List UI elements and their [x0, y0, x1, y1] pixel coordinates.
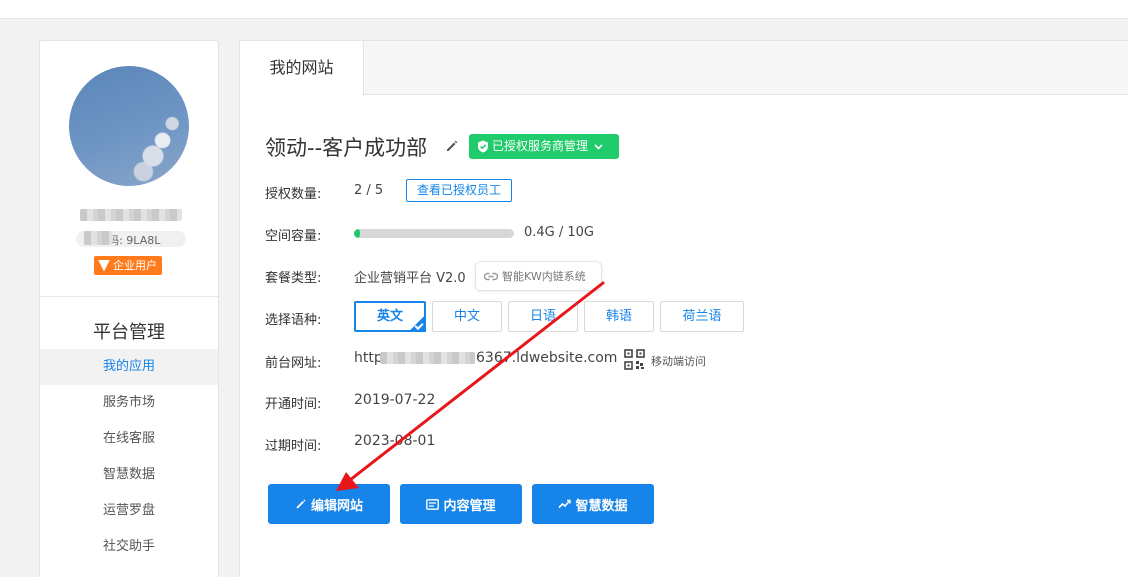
avatar[interactable] [69, 66, 189, 186]
storage-text: 0.4G / 10G [524, 225, 595, 240]
sidebar-item-social-assistant[interactable]: 社交助手 [40, 529, 218, 565]
language-option-korean[interactable]: 韩语 [584, 301, 654, 332]
language-option-dutch[interactable]: 荷兰语 [660, 301, 744, 332]
sidebar-item-online-support[interactable]: 在线客服 [40, 421, 218, 457]
frontend-url-label: 前台网址: [265, 356, 322, 371]
edit-name-pencil-icon[interactable] [445, 139, 459, 153]
expire-date-value: 2023-08-01 [354, 433, 436, 449]
kw-link-system-chip[interactable]: 智能KW内链系统 [475, 261, 602, 291]
storage-progress-fill [354, 229, 361, 238]
language-option-label: 英文 [376, 309, 403, 324]
smart-data-button[interactable]: 智慧数据 [532, 484, 654, 524]
content-management-button[interactable]: 内容管理 [400, 484, 522, 524]
plan-label: 套餐类型: [265, 271, 322, 286]
open-date-label: 开通时间: [265, 397, 322, 412]
tab-bar: 我的网站 [240, 41, 1128, 96]
main-panel: 我的网站 领动--客户成功部 已授权服务商管理 授权数量: 2 / 5 查看已授… [239, 40, 1128, 577]
storage-label: 空间容量: [265, 229, 322, 244]
auth-count-value: 2 / 5 [354, 183, 384, 198]
language-label: 选择语种: [265, 313, 322, 328]
top-bar [0, 0, 1128, 19]
sidebar: PIN码: 9LA8L 企业用户 平台管理 我的应用 服务市场 在线客服 智慧数… [39, 40, 219, 577]
open-date-value: 2019-07-22 [354, 392, 436, 408]
sidebar-item-operations-compass[interactable]: 运营罗盘 [40, 493, 218, 529]
expire-date-label: 过期时间: [265, 439, 322, 454]
username-redacted [80, 209, 182, 221]
site-name: 领动--客户成功部 [265, 136, 428, 160]
view-authorized-staff-button[interactable]: 查看已授权员工 [406, 179, 513, 202]
tab-my-website[interactable]: 我的网站 [240, 41, 364, 96]
vip-icon [98, 259, 110, 272]
sidebar-item-my-apps[interactable]: 我的应用 [40, 349, 218, 385]
frontend-url-suffix[interactable]: 6367.ldwebsite.com [476, 350, 617, 366]
pencil-icon [296, 499, 306, 509]
language-option-japanese[interactable]: 日语 [508, 301, 578, 332]
link-icon [484, 272, 498, 280]
selected-check-icon [408, 314, 426, 332]
language-option-chinese[interactable]: 中文 [432, 301, 502, 332]
enterprise-user-label: 企业用户 [113, 259, 157, 272]
authorized-provider-label: 已授权服务商管理 [492, 139, 589, 153]
edit-website-label: 编辑网站 [310, 498, 363, 514]
authorized-provider-dropdown[interactable]: 已授权服务商管理 [469, 134, 619, 159]
chevron-down-icon [594, 143, 603, 150]
language-option-english[interactable]: 英文 [354, 301, 426, 332]
mobile-access-link[interactable]: 移动端访问 [651, 353, 706, 369]
trend-chart-icon [558, 499, 572, 509]
auth-count-label: 授权数量: [265, 187, 322, 202]
content-card-icon [426, 498, 440, 510]
enterprise-user-badge: 企业用户 [94, 256, 162, 275]
shield-check-icon [478, 140, 488, 153]
sidebar-menu: 我的应用 服务市场 在线客服 智慧数据 运营罗盘 社交助手 [40, 349, 218, 565]
smart-data-label: 智慧数据 [575, 498, 628, 514]
sidebar-item-service-market[interactable]: 服务市场 [40, 385, 218, 421]
frontend-url-prefix[interactable]: http [354, 350, 383, 366]
frontend-url-redacted [380, 352, 475, 364]
storage-progress-bar [354, 229, 514, 238]
qr-code-icon[interactable] [624, 349, 645, 370]
sidebar-title: 平台管理 [93, 322, 165, 343]
pin-redacted [84, 231, 112, 245]
plan-value: 企业营销平台 V2.0 [354, 271, 466, 286]
kw-link-system-label: 智能KW内链系统 [502, 270, 586, 283]
content-management-label: 内容管理 [443, 498, 496, 514]
edit-website-button[interactable]: 编辑网站 [268, 484, 390, 524]
sidebar-item-smart-data[interactable]: 智慧数据 [40, 457, 218, 493]
sidebar-divider [40, 296, 218, 297]
